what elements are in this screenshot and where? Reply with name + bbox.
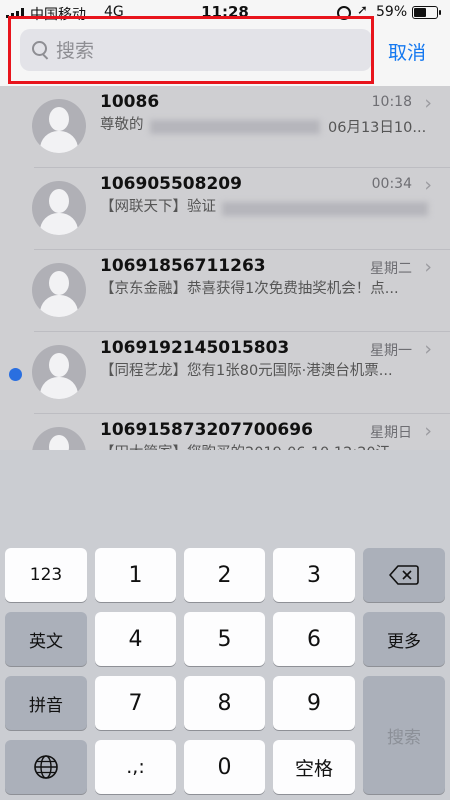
sender-name: 10691856711263 bbox=[100, 256, 266, 276]
key-delete[interactable] bbox=[363, 548, 445, 602]
key-1[interactable]: 1 bbox=[95, 548, 176, 602]
key-more[interactable]: 更多 bbox=[363, 612, 445, 666]
message-row[interactable]: 1069192145015803 星期一 › 【同程艺龙】您有1张80元国际·港澳台机… bbox=[0, 332, 450, 414]
key-search[interactable]: 搜索 bbox=[363, 676, 445, 794]
key-8-label: 8 bbox=[217, 690, 232, 716]
avatar-icon bbox=[32, 99, 86, 153]
key-2-label: 2 bbox=[217, 562, 232, 588]
key-7-label: 7 bbox=[128, 690, 143, 716]
key-123[interactable]: 123 bbox=[5, 548, 87, 602]
globe-icon bbox=[34, 755, 58, 779]
battery-tip bbox=[439, 10, 441, 15]
key-space-label: 空格 bbox=[294, 757, 333, 780]
key-3[interactable]: 3 bbox=[273, 548, 355, 602]
chevron-right-icon: › bbox=[424, 338, 432, 360]
avatar-icon bbox=[32, 263, 86, 317]
key-punctuation[interactable]: .,: bbox=[95, 740, 176, 794]
key-search-label: 搜索 bbox=[387, 727, 421, 748]
key-more-label: 更多 bbox=[387, 631, 421, 652]
key-pinyin[interactable]: 拼音 bbox=[5, 676, 87, 730]
message-time: 星期日 bbox=[370, 425, 412, 441]
redacted-text bbox=[222, 202, 428, 216]
highlight-box bbox=[8, 16, 374, 84]
message-list: 10086 10:18 › 尊敬的 06月13日10... 106905508209 00:… bbox=[0, 86, 450, 450]
redacted-text bbox=[150, 120, 320, 134]
preview-end: 06月13日10... bbox=[328, 120, 427, 136]
avatar-icon bbox=[32, 181, 86, 235]
sender-name: 1069192145015803 bbox=[100, 338, 290, 358]
cancel-button[interactable]: 取消 bbox=[388, 38, 426, 65]
key-9-label: 9 bbox=[307, 690, 321, 716]
key-0-label: 0 bbox=[217, 754, 232, 780]
message-row[interactable]: 10086 10:18 › 尊敬的 06月13日10... bbox=[0, 86, 450, 168]
chevron-right-icon: › bbox=[424, 174, 432, 196]
preview-text: 【网联天下】验证 bbox=[100, 199, 216, 215]
key-5-label: 5 bbox=[217, 626, 232, 652]
message-row[interactable]: 10691856711263 星期二 › 【京东金融】恭喜获得1次免费抽奖机会！点..… bbox=[0, 250, 450, 332]
message-row[interactable]: 106905508209 00:34 › 【网联天下】验证 bbox=[0, 168, 450, 250]
sender-name: 10086 bbox=[100, 92, 160, 112]
message-time: 00:34 bbox=[371, 176, 412, 192]
preview-text: 【京东金融】恭喜获得1次免费抽奖机会！点... bbox=[100, 281, 399, 297]
key-2[interactable]: 2 bbox=[184, 548, 265, 602]
key-0[interactable]: 0 bbox=[184, 740, 265, 794]
key-4[interactable]: 4 bbox=[95, 612, 176, 666]
chevron-right-icon: › bbox=[424, 92, 432, 114]
chevron-right-icon: › bbox=[424, 256, 432, 278]
key-123-label: 123 bbox=[29, 565, 63, 585]
key-7[interactable]: 7 bbox=[95, 676, 176, 730]
key-5[interactable]: 5 bbox=[184, 612, 265, 666]
keyboard: 123 英文 拼音 1 2 3 4 5 6 7 8 9 .,: 0 空格 更多 … bbox=[0, 450, 450, 800]
battery-percent: 59% bbox=[376, 4, 408, 20]
key-8[interactable]: 8 bbox=[184, 676, 265, 730]
preview-text: 【同程艺龙】您有1张80元国际·港澳台机票... bbox=[100, 363, 393, 379]
message-preview: 【京东金融】恭喜获得1次免费抽奖机会！点... bbox=[100, 280, 430, 299]
key-1-label: 1 bbox=[128, 562, 143, 588]
message-row[interactable]: 106915873207700696星期日›【田大管家】您购买的2019-06-… bbox=[0, 414, 450, 450]
message-preview: 【同程艺龙】您有1张80元国际·港澳台机票... bbox=[100, 362, 430, 381]
avatar-icon bbox=[32, 345, 86, 399]
message-time: 星期一 bbox=[370, 343, 412, 359]
key-english-label: 英文 bbox=[29, 631, 63, 652]
message-time: 星期二 bbox=[370, 261, 412, 277]
key-english[interactable]: 英文 bbox=[5, 612, 87, 666]
avatar-icon bbox=[32, 427, 86, 450]
key-globe[interactable] bbox=[5, 740, 87, 794]
delete-icon bbox=[389, 565, 419, 585]
battery-icon bbox=[412, 6, 438, 19]
message-time: 10:18 bbox=[371, 94, 412, 110]
key-4-label: 4 bbox=[128, 626, 143, 652]
key-3-label: 3 bbox=[307, 562, 321, 588]
sender-name: 106905508209 bbox=[100, 174, 242, 194]
key-6-label: 6 bbox=[307, 626, 321, 652]
key-punctuation-label: .,: bbox=[126, 756, 145, 778]
key-6[interactable]: 6 bbox=[273, 612, 355, 666]
chevron-right-icon: › bbox=[424, 420, 432, 442]
key-pinyin-label: 拼音 bbox=[29, 695, 63, 716]
unread-dot bbox=[9, 368, 22, 381]
preview-text: 尊敬的 bbox=[100, 117, 144, 133]
key-space[interactable]: 空格 bbox=[273, 740, 355, 794]
sender-name: 106915873207700696 bbox=[100, 420, 313, 440]
key-9[interactable]: 9 bbox=[273, 676, 355, 730]
